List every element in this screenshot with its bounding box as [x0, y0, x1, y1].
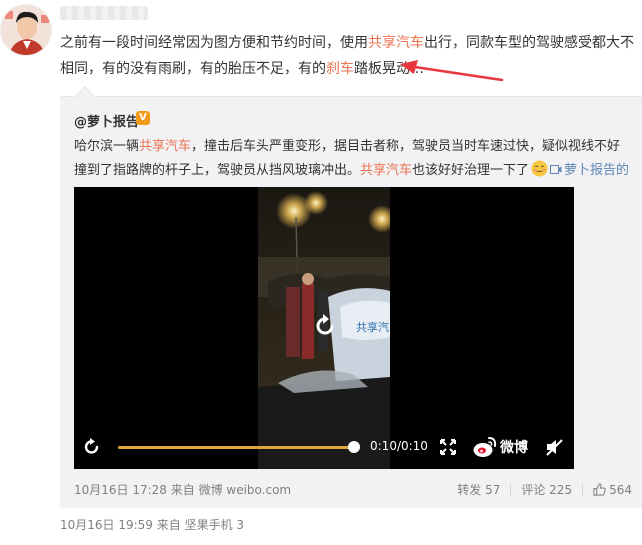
brand-link[interactable]: 共享汽车 — [368, 35, 424, 51]
post-meta: 10月16日 19:59 来自 坚果手机 3 — [60, 518, 245, 532]
repost-count-button[interactable]: 转发 57 — [457, 481, 500, 498]
username-blurred — [60, 6, 148, 20]
video-player[interactable]: 共享汽 0:10/0:10 微博 — [74, 187, 574, 469]
post-text: 之前有一段时间经常因为图方便和节约时间，使用共享汽车出行，同款车型的驾驶感受都大… — [60, 30, 638, 82]
like-icon — [593, 482, 606, 496]
replay-icon[interactable] — [82, 437, 102, 457]
repost-box: @萝卜报告 V 哈尔滨一辆共享汽车，撞击后车头严重变形，据目击者称，驾驶员当时车… — [60, 86, 642, 508]
verified-badge: V — [136, 111, 150, 125]
video-link-icon — [550, 165, 562, 174]
avatar[interactable] — [0, 4, 52, 56]
like-count: 564 — [609, 482, 632, 497]
divider — [582, 483, 584, 496]
progress-knob[interactable] — [348, 441, 360, 453]
repost-notch — [75, 86, 95, 106]
car-side-text: 共享汽 — [356, 320, 389, 334]
comment-count-button[interactable]: 评论 225 — [521, 481, 572, 498]
repost-brand-link[interactable]: 共享汽车 — [139, 139, 191, 154]
video-time: 0:10/0:10 — [370, 439, 428, 453]
progress-bar[interactable] — [118, 446, 354, 449]
play-replay-icon[interactable] — [310, 311, 340, 341]
divider — [510, 483, 512, 496]
repost-text-part: 哈尔滨一辆 — [74, 139, 140, 154]
repost-actions: 转发 57 评论 225 564 — [457, 481, 632, 498]
repost-brand-link-2[interactable]: 共享汽车 — [360, 163, 412, 178]
brake-link[interactable]: 刹车 — [326, 61, 354, 77]
repost-meta: 10月16日 17:28 来自 微博 weibo.com — [74, 483, 292, 497]
post-text-part: 之前有一段时间经常因为图方便和节约时间，使用 — [60, 35, 368, 51]
video-controls: 0:10/0:10 微博 — [74, 425, 574, 469]
mute-icon[interactable] — [544, 437, 564, 457]
annotation-arrow — [400, 60, 504, 82]
weibo-logo-text: 微博 — [500, 440, 528, 456]
fullscreen-icon[interactable] — [438, 437, 458, 457]
embarrassed-emoji — [531, 160, 548, 177]
weibo-logo-icon[interactable] — [472, 435, 498, 459]
repost-author[interactable]: @萝卜报告 — [74, 111, 139, 130]
like-button[interactable]: 564 — [593, 483, 632, 497]
repost-text-part: 也该好好治理一下了 — [412, 163, 530, 178]
